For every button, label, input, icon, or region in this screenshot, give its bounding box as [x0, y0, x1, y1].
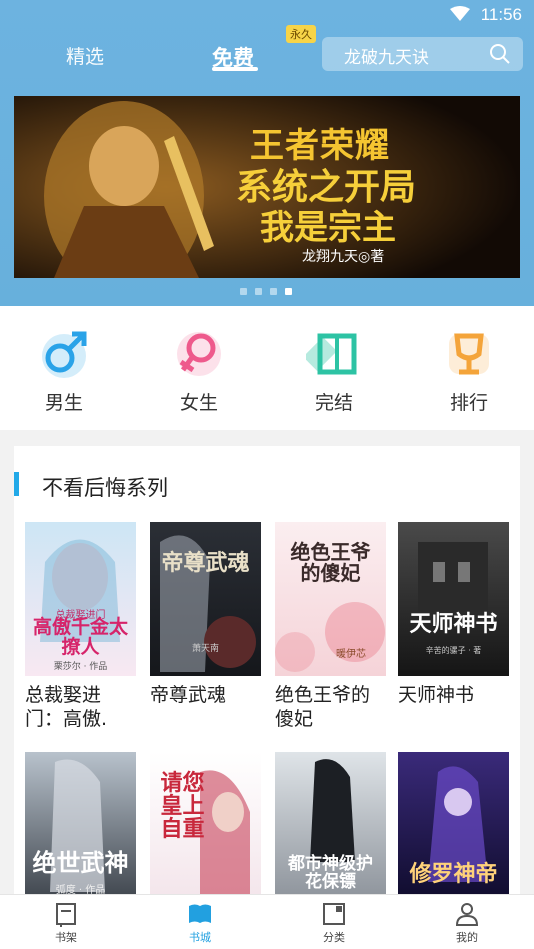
status-bar: 11:56 [0, 0, 534, 30]
cover-title: 请您皇上自重 [160, 771, 205, 843]
category-label: 完结 [314, 392, 353, 414]
tab-jingxuan[interactable]: 精选 [66, 42, 104, 69]
profile-icon [454, 901, 480, 927]
banner-title-3: 我是宗主 [260, 208, 396, 248]
book-cover[interactable]: 请您皇上自重 [150, 752, 261, 906]
category-row: 男生 女生 完结 排行 [0, 306, 534, 430]
book-title: 天师神书 [398, 684, 475, 706]
nav-label: 我的 [456, 931, 478, 944]
book-title: 绝色王爷的傻妃 [275, 684, 371, 730]
active-tab-indicator [212, 67, 258, 71]
status-time: 11:56 [480, 5, 522, 24]
banner-author: 龙翔九天◎著 [302, 249, 385, 265]
book-card[interactable]: 修罗神帝 [398, 752, 510, 914]
cover-author: 栗莎尔 · 作品 [53, 662, 108, 672]
book-cover[interactable]: 绝色王爷的傻妃 暖伊芯 [275, 522, 386, 676]
cover-author: 辛苦的骡子 · 著 [425, 646, 482, 655]
cover-title: 绝世武神 [32, 848, 129, 877]
recommend-section: 不看后悔系列 总裁娶进门 高傲千金太撩人 栗莎尔 · 作品 总裁娶进门：高傲. … [14, 446, 520, 906]
category-ranking[interactable]: 排行 [419, 326, 519, 415]
female-icon [171, 326, 227, 382]
promo-banner[interactable]: 王者荣耀 系统之开局 我是宗主 龙翔九天◎著 [14, 96, 520, 278]
banner-pager [240, 288, 292, 295]
search-text: 龙破九天诀 [344, 48, 429, 68]
category-male[interactable]: 男生 [14, 326, 114, 415]
permanent-badge: 永久 [286, 25, 316, 43]
nav-label: 书架 [55, 931, 77, 944]
trophy-icon [441, 326, 497, 382]
cover-title: 都市神级护花保镖 [288, 854, 373, 893]
nav-profile[interactable]: 我的 [427, 901, 507, 945]
search-bar[interactable]: 龙破九天诀 [322, 37, 523, 71]
book-card[interactable]: 帝尊武魂 萧天南 帝尊武魂 [150, 522, 262, 708]
book-cover[interactable]: 绝世武神 弧度 · 作品 [25, 752, 136, 906]
cover-title: 修罗神帝 [409, 861, 498, 887]
category-icon [321, 901, 347, 927]
pager-dot[interactable] [270, 288, 277, 295]
nav-bookstore[interactable]: 书城 [160, 901, 240, 945]
book-title: 帝尊武魂 [150, 684, 227, 706]
search-icon[interactable] [489, 43, 511, 69]
category-label: 男生 [44, 392, 83, 414]
pager-dot-active[interactable] [285, 288, 292, 295]
nav-label: 分类 [323, 931, 345, 944]
book-cover[interactable]: 帝尊武魂 萧天南 [150, 522, 261, 676]
bookstore-icon [187, 901, 213, 927]
male-icon [36, 326, 92, 382]
header: 11:56 精选 免费 永久 龙破九天诀 王者荣耀 系统之开局 我是宗主 龙翔九… [0, 0, 534, 306]
book-title: 总裁娶进门：高傲. [25, 684, 108, 730]
book-cover[interactable]: 总裁娶进门 高傲千金太撩人 栗莎尔 · 作品 [25, 522, 136, 676]
category-label: 女生 [179, 392, 218, 414]
book-card[interactable]: 绝世武神 弧度 · 作品 [25, 752, 137, 914]
book-cover[interactable]: 都市神级护花保镖 [275, 752, 386, 906]
cover-title: 高傲千金太撩人 [32, 616, 128, 659]
pager-dot[interactable] [255, 288, 262, 295]
bottom-nav: 书架 书城 分类 我的 [0, 894, 534, 949]
category-female[interactable]: 女生 [149, 326, 249, 415]
wifi-icon [450, 6, 470, 26]
nav-label: 书城 [189, 931, 211, 944]
bookshelf-icon [53, 901, 79, 927]
category-label: 排行 [449, 392, 488, 414]
book-card[interactable]: 都市神级护花保镖 [275, 752, 387, 914]
book-card[interactable]: 请您皇上自重 [150, 752, 262, 914]
section-accent-bar [14, 472, 19, 496]
book-cover[interactable]: 修罗神帝 [398, 752, 509, 906]
book-card[interactable]: 天师神书 辛苦的骡子 · 著 天师神书 [398, 522, 510, 708]
cover-title: 天师神书 [409, 611, 498, 637]
cover-author: 暖伊芯 [336, 649, 366, 660]
pager-dot[interactable] [240, 288, 247, 295]
cover-title: 帝尊武魂 [161, 551, 250, 576]
section-title: 不看后悔系列 [42, 476, 168, 500]
category-finished[interactable]: 完结 [284, 326, 384, 415]
book-icon [303, 326, 362, 382]
book-card[interactable]: 绝色王爷的傻妃 暖伊芯 绝色王爷的傻妃 [275, 522, 387, 732]
cover-author: 萧天南 [191, 644, 219, 654]
nav-category[interactable]: 分类 [294, 901, 374, 945]
nav-bookshelf[interactable]: 书架 [26, 901, 106, 945]
book-card[interactable]: 总裁娶进门 高傲千金太撩人 栗莎尔 · 作品 总裁娶进门：高傲. [25, 522, 137, 732]
book-cover[interactable]: 天师神书 辛苦的骡子 · 著 [398, 522, 509, 676]
cover-title: 绝色王爷的傻妃 [290, 540, 371, 585]
